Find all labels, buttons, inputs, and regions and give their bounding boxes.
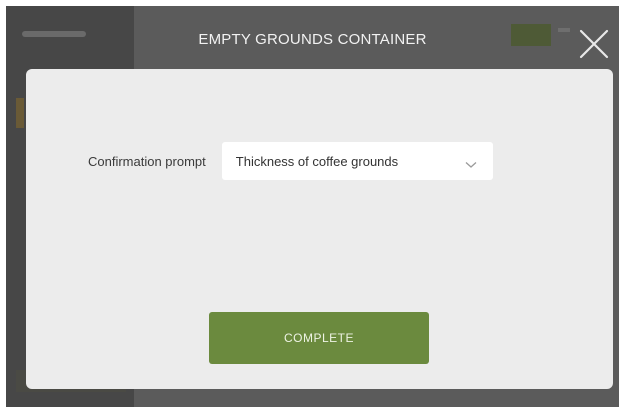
background-indicator [16, 98, 24, 128]
confirmation-prompt-select[interactable]: Thickness of coffee grounds [221, 142, 493, 180]
screen: EMPTY GROUNDS CONTAINER Confirmation pro… [6, 6, 619, 407]
chevron-down-icon [465, 156, 477, 174]
close-icon [576, 26, 612, 62]
confirmation-prompt-row: Confirmation prompt Thickness of coffee … [88, 142, 493, 180]
complete-button[interactable]: COMPLETE [209, 312, 429, 364]
select-value: Thickness of coffee grounds [235, 153, 399, 169]
close-button[interactable] [576, 26, 612, 62]
dialog-card: Confirmation prompt Thickness of coffee … [26, 69, 613, 389]
dialog-title: EMPTY GROUNDS CONTAINER [198, 31, 427, 48]
confirmation-prompt-label: Confirmation prompt [88, 153, 206, 169]
